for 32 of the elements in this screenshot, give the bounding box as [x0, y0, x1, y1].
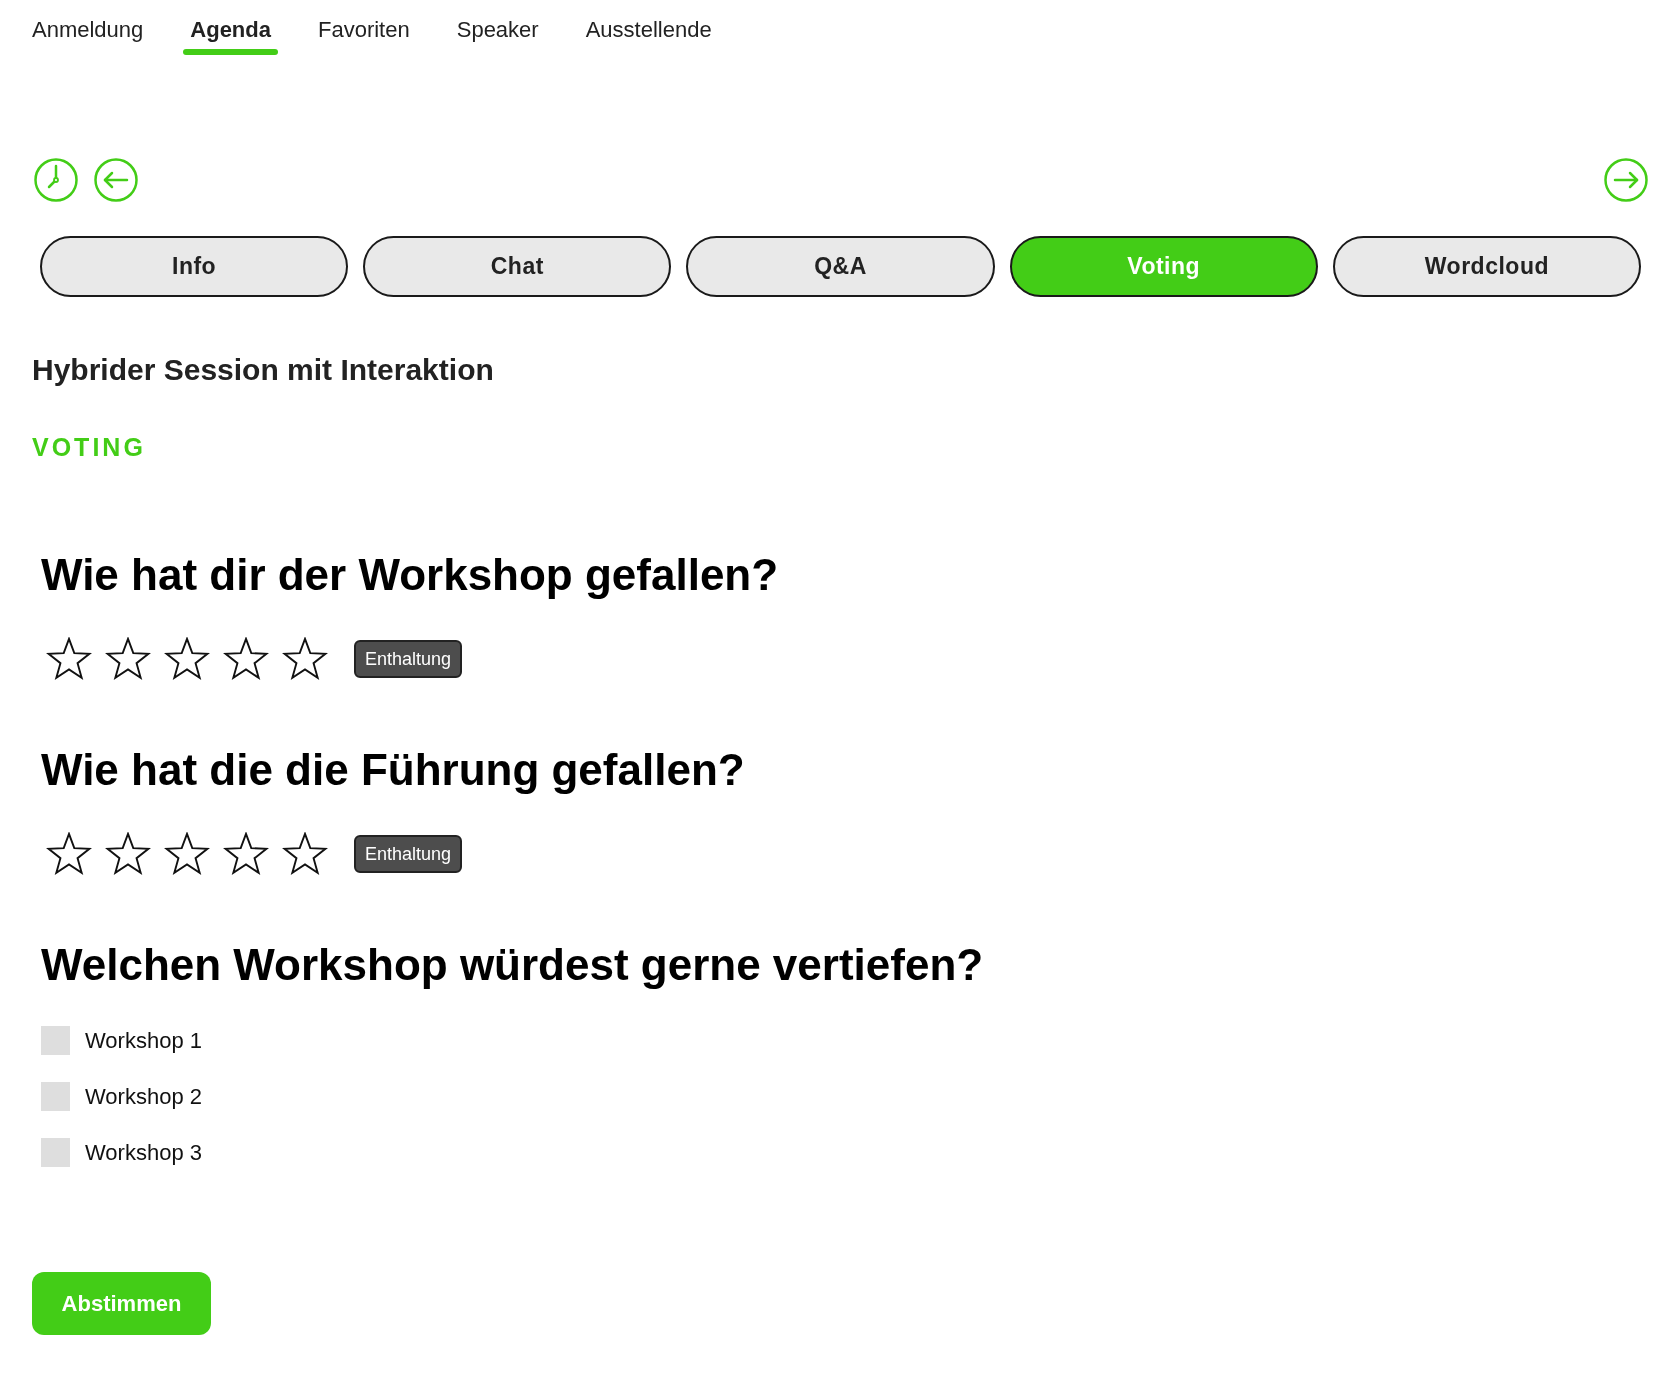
question-title: Wie hat die die Führung gefallen?: [41, 744, 746, 796]
session-tab[interactable]: Info: [40, 236, 349, 297]
nav-tab[interactable]: Favoriten: [311, 0, 417, 55]
star-icon[interactable]: [282, 832, 328, 876]
question-title: Welchen Workshop würdest gerne vertiefen?: [41, 939, 985, 991]
star-icon[interactable]: [164, 637, 210, 681]
session-title: Hybrider Session mit Interaktion: [32, 352, 495, 388]
star-icon[interactable]: [46, 637, 92, 681]
option-label[interactable]: Workshop 2: [85, 1083, 202, 1110]
star-icon[interactable]: [46, 832, 92, 876]
star-icon[interactable]: [105, 832, 151, 876]
star-icon[interactable]: [164, 832, 210, 876]
abstain-button[interactable]: Enthaltung: [354, 640, 463, 678]
option-label[interactable]: Workshop 3: [85, 1139, 202, 1166]
star-icon[interactable]: [282, 637, 328, 681]
star-icon[interactable]: [105, 637, 151, 681]
nav-tab[interactable]: Ausstellende: [578, 0, 719, 55]
nav-tab[interactable]: Speaker: [449, 0, 546, 55]
abstain-button[interactable]: Enthaltung: [354, 835, 463, 873]
option-label[interactable]: Workshop 1: [85, 1027, 202, 1054]
section-label: VOTING: [32, 432, 147, 462]
session-tab[interactable]: Wordcloud: [1332, 236, 1641, 297]
question-title: Wie hat dir der Workshop gefallen?: [41, 549, 780, 601]
nav-tab[interactable]: Agenda: [183, 0, 278, 55]
checkbox[interactable]: [41, 1026, 70, 1055]
star-icon[interactable]: [223, 637, 269, 681]
star-icon[interactable]: [223, 832, 269, 876]
checkbox[interactable]: [41, 1138, 70, 1167]
session-tab[interactable]: Chat: [363, 236, 672, 297]
checkbox[interactable]: [41, 1082, 70, 1111]
nav-tab[interactable]: Anmeldung: [25, 0, 151, 55]
session-tab[interactable]: Q&A: [686, 236, 995, 297]
